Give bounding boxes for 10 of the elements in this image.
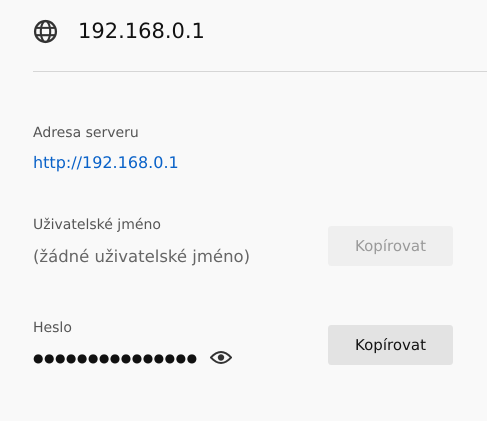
field-label: Uživatelské jméno [33,217,162,233]
server-link[interactable]: http://192.168.0.1 [33,153,487,172]
copy-button[interactable]: Kopírovat [328,325,453,365]
field-label: Adresa serveru [33,125,140,141]
site-title: 192.168.0.1 [78,19,205,43]
username-value: (žádné uživatelské jméno) [33,247,250,266]
globe-icon [33,18,58,44]
eye-icon[interactable] [210,350,232,365]
password-value: ●●●●●●●●●●●●●●● [33,350,198,364]
field-label: Heslo [33,320,73,336]
